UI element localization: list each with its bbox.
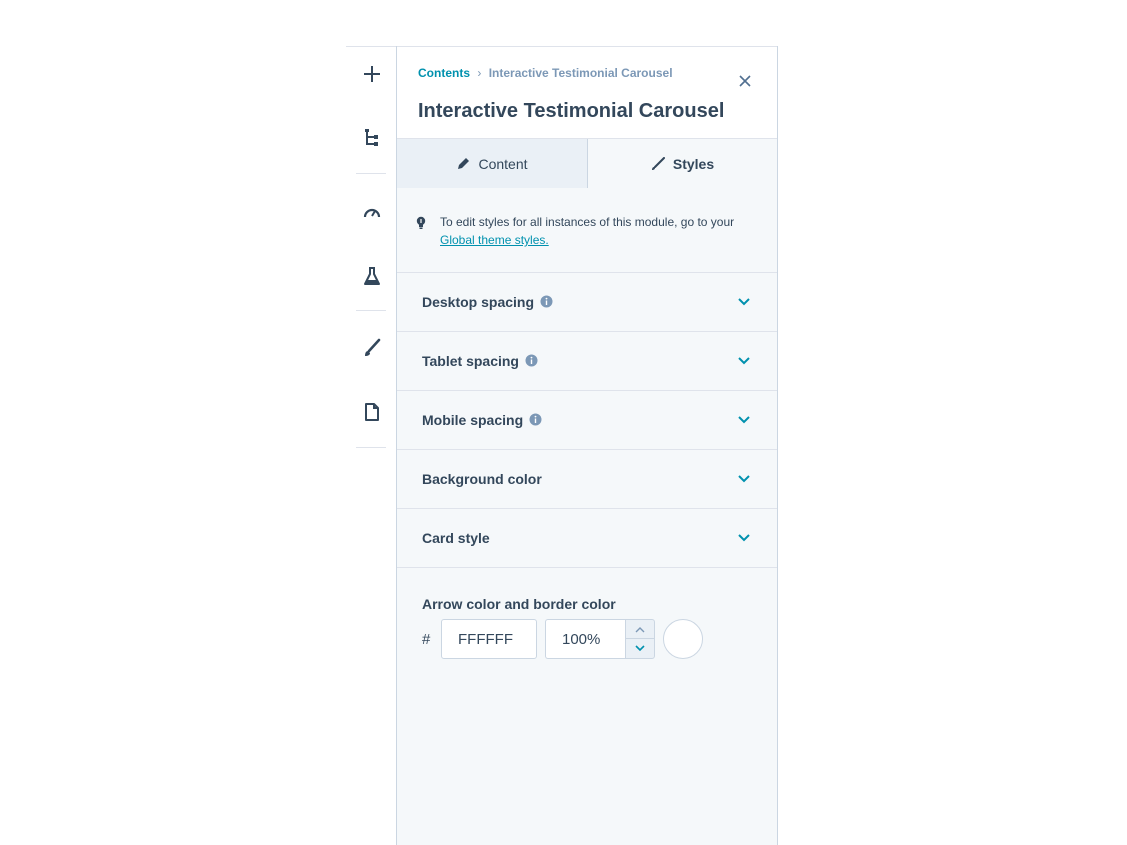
opacity-stepper [625, 619, 655, 659]
rail-divider [356, 173, 386, 174]
flask-icon [363, 267, 380, 285]
hex-color-input[interactable] [441, 619, 537, 659]
section-label: Background color [422, 471, 542, 487]
section-label: Card style [422, 530, 490, 546]
gauge-icon [363, 208, 380, 218]
section-desktop-spacing[interactable]: Desktop spacing [397, 273, 777, 332]
tree-structure-button[interactable] [346, 118, 397, 158]
chevron-down-icon [738, 298, 750, 306]
panel-header: Contents › Interactive Testimonial Carou… [397, 46, 777, 139]
chevron-down-icon [738, 475, 750, 483]
section-label: Tablet spacing [422, 353, 519, 369]
global-theme-styles-link[interactable]: Global theme styles. [440, 233, 549, 247]
chevron-down-icon [738, 534, 750, 542]
tree-structure-icon [364, 129, 378, 146]
info-circle-icon[interactable] [525, 354, 538, 367]
section-label-wrap: Tablet spacing [422, 353, 538, 369]
rail-divider [356, 310, 386, 311]
breadcrumb-root-link[interactable]: Contents [418, 66, 470, 80]
add-button[interactable] [346, 54, 397, 94]
info-message: To edit styles for all instances of this… [397, 188, 777, 273]
chevron-up-icon [635, 626, 645, 632]
color-swatch[interactable] [663, 619, 703, 659]
section-label: Desktop spacing [422, 294, 535, 310]
close-button[interactable] [737, 73, 753, 89]
rail-divider [356, 447, 386, 448]
section-tablet-spacing[interactable]: Tablet spacing [397, 332, 777, 391]
tab-content[interactable]: Content [397, 139, 588, 188]
pencil-icon [458, 157, 470, 169]
test-button[interactable] [346, 256, 397, 296]
opacity-decrement-button[interactable] [626, 639, 654, 658]
arrow-color-label: Arrow color and border color [422, 596, 616, 612]
info-circle-icon[interactable] [540, 295, 553, 308]
design-button[interactable] [346, 328, 397, 368]
info-text: To edit styles for all instances of this… [440, 213, 760, 249]
brush-icon [364, 338, 380, 356]
chevron-down-icon [738, 416, 750, 424]
opacity-input[interactable] [545, 619, 627, 659]
tab-content-label: Content [478, 155, 528, 172]
lightbulb-icon [416, 216, 426, 229]
section-label-wrap: Desktop spacing [422, 294, 553, 310]
breadcrumb-current: Interactive Testimonial Carousel [488, 66, 673, 80]
section-mobile-spacing[interactable]: Mobile spacing [397, 391, 777, 450]
tab-styles-label: Styles [672, 155, 715, 172]
tab-bar: Content Styles [397, 139, 777, 188]
module-editor-panel: Contents › Interactive Testimonial Carou… [396, 46, 778, 845]
rail-top-divider [346, 46, 397, 47]
close-icon [739, 75, 751, 87]
page-settings-button[interactable] [346, 392, 397, 432]
section-card-style[interactable]: Card style [397, 509, 777, 568]
add-icon [363, 66, 380, 82]
page-title: Interactive Testimonial Carousel [418, 100, 725, 122]
hex-prefix: # [422, 631, 431, 648]
chevron-down-icon [738, 357, 750, 365]
brush-icon [651, 156, 665, 170]
document-icon [364, 403, 379, 421]
info-message-text: To edit styles for all instances of this… [440, 215, 735, 229]
opacity-increment-button[interactable] [626, 620, 654, 639]
performance-button[interactable] [346, 192, 397, 232]
breadcrumb: Contents › Interactive Testimonial Carou… [418, 66, 673, 80]
breadcrumb-separator: › [477, 66, 482, 80]
info-circle-icon[interactable] [529, 413, 542, 426]
section-label: Mobile spacing [422, 412, 524, 428]
chevron-down-icon [635, 645, 645, 652]
sidebar-rail [346, 46, 397, 845]
tab-styles[interactable]: Styles [588, 139, 777, 188]
section-label-wrap: Mobile spacing [422, 412, 542, 428]
section-background-color[interactable]: Background color [397, 450, 777, 509]
